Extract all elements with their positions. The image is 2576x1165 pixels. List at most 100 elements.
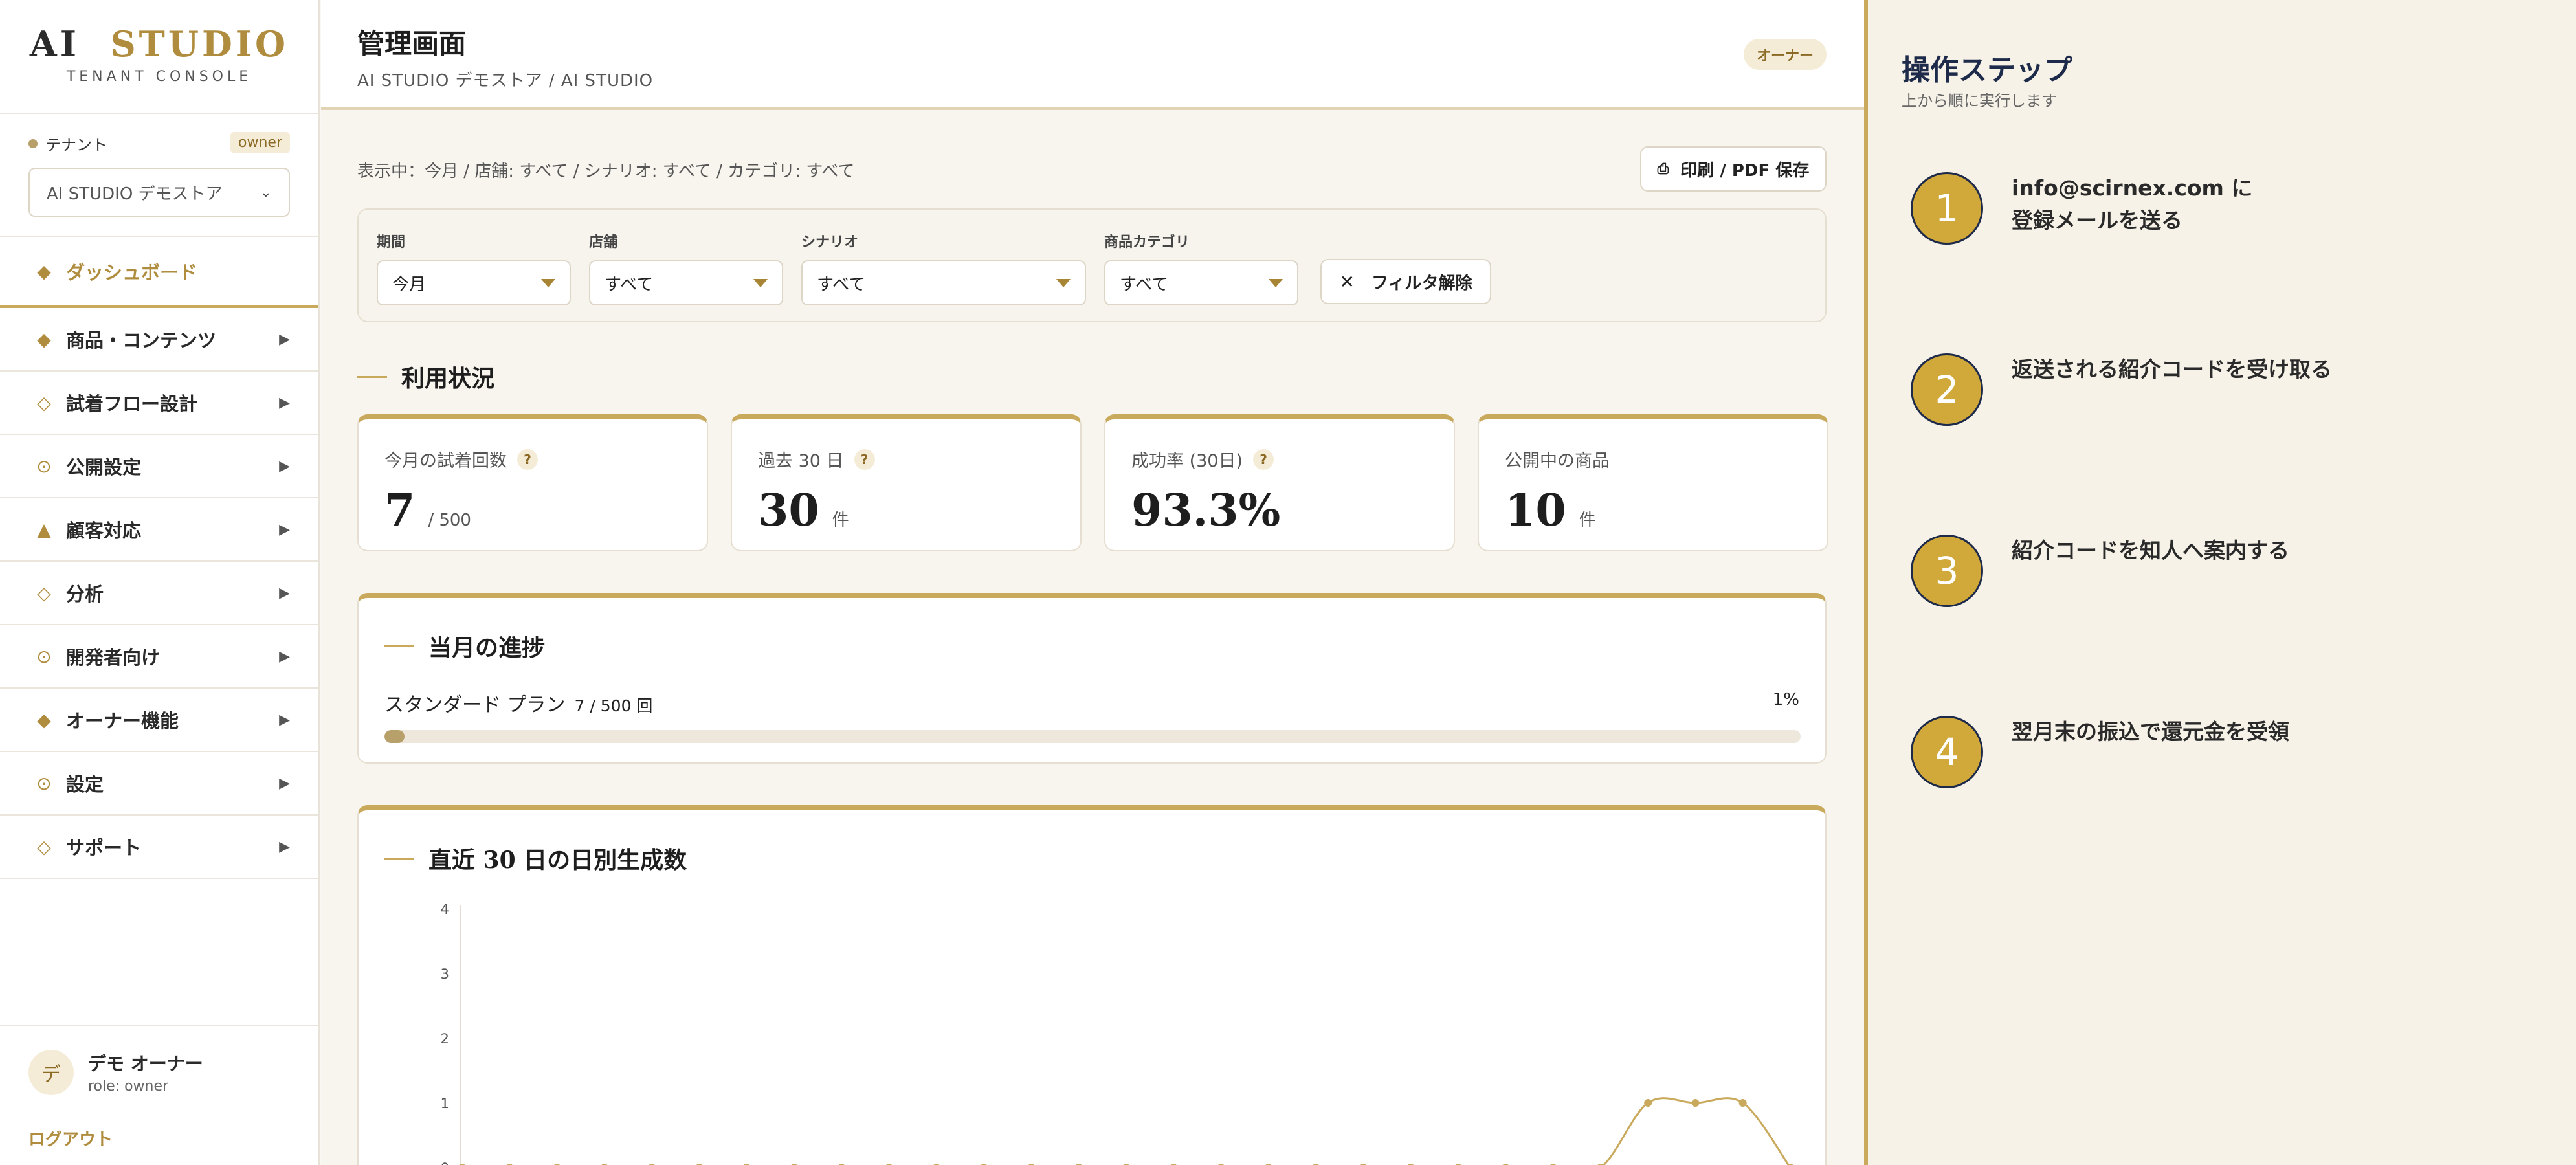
step-line: 紹介コードを知人へ案内する	[2012, 538, 2289, 563]
stat-unit: / 500	[428, 511, 471, 530]
circle-dot-icon: ⊙	[36, 772, 52, 794]
stat-number: 7	[384, 485, 416, 537]
sidebar-item-4[interactable]: ▲ 顧客対応 ▶	[0, 498, 318, 562]
caret-down-icon	[541, 278, 555, 287]
sidebar-item-5[interactable]: ◇ 分析 ▶	[0, 562, 318, 625]
help-icon[interactable]: ?	[1253, 449, 1274, 470]
close-icon: ✕	[1339, 271, 1355, 293]
progress-fill	[384, 730, 405, 743]
user-role: role: owner	[88, 1078, 169, 1094]
step-text: 返送される紹介コードを受け取る	[2012, 353, 2465, 386]
brand-logo[interactable]: AI STUDIO TENANT CONSOLE	[0, 0, 318, 114]
plan-info: スタンダード プラン 7 / 500 回	[384, 689, 652, 717]
sidebar-item-1[interactable]: ◆ 商品・コンテンツ ▶	[0, 308, 318, 372]
y-tick-label: 3	[441, 966, 449, 982]
sidebar-item-3[interactable]: ⊙ 公開設定 ▶	[0, 435, 318, 498]
tenant-select[interactable]: AI STUDIO デモストア ⌄	[28, 168, 290, 217]
sidebar-item-7[interactable]: ◆ オーナー機能 ▶	[0, 689, 318, 752]
usage-section-title: 利用状況	[357, 360, 494, 394]
filter-scenario-select[interactable]: すべて	[801, 260, 1086, 305]
help-icon[interactable]: ?	[517, 449, 538, 470]
plan-name: スタンダード プラン	[384, 694, 566, 716]
triangle-icon: ▲	[37, 518, 51, 540]
filter-store-select[interactable]: すべて	[589, 260, 783, 305]
plan-count: 7 / 500 回	[574, 696, 653, 715]
filter-scenario-label: シナリオ	[801, 234, 859, 250]
page-header: 管理画面 AI STUDIO デモストア / AI STUDIO オーナー	[321, 0, 1864, 110]
tenant-dot-icon	[28, 139, 38, 148]
sidebar-item-label: 商品・コンテンツ	[66, 329, 217, 351]
stat-card-label: 成功率 (30日)?	[1131, 447, 1428, 472]
diamond-outline-icon: ◇	[37, 836, 51, 858]
step-text: info@scirnex.com に登録メールを送る	[2012, 172, 2465, 237]
data-point[interactable]	[1738, 1099, 1747, 1107]
step-number-badge: 4	[1911, 716, 1983, 788]
filter-store: 店舗 すべて	[589, 230, 783, 305]
filter-category-label: 商品カテゴリ	[1104, 234, 1190, 250]
diamond-filled-icon: ◆	[37, 260, 51, 282]
stat-card-label: 公開中の商品	[1505, 451, 1610, 471]
filter-category-select[interactable]: すべて	[1104, 260, 1298, 305]
chart-panel: 直近 30 日の日別生成数 01234	[357, 805, 1827, 1165]
circle-dot-icon: ⊙	[36, 645, 52, 667]
filter-scenario-value: すべて	[817, 274, 866, 294]
progress-panel: 当月の進捗 スタンダード プラン 7 / 500 回 1%	[357, 593, 1827, 764]
sidebar-item-2[interactable]: ◇ 試着フロー設計 ▶	[0, 372, 318, 435]
stat-number: 93.3%	[1131, 485, 1281, 537]
series-line	[1602, 1097, 1790, 1165]
data-point[interactable]	[1644, 1099, 1652, 1107]
help-icon[interactable]: ?	[854, 449, 875, 470]
filter-store-value: すべて	[605, 274, 654, 294]
print-pdf-label: 印刷 / PDF 保存	[1680, 161, 1810, 181]
circle-dot-icon: ⊙	[36, 455, 52, 477]
sidebar-item-0[interactable]: ◆ ダッシュボード	[0, 237, 318, 308]
section-accent-bar	[357, 375, 387, 378]
progress-track	[384, 730, 1801, 743]
stat-card-value: 7 / 500	[384, 485, 681, 537]
print-pdf-button[interactable]: ⎙ 印刷 / PDF 保存	[1640, 146, 1827, 192]
sidebar-item-label: 開発者向け	[66, 647, 161, 669]
filter-scenario: シナリオ すべて	[801, 230, 1086, 305]
clear-filters-button[interactable]: ✕ フィルタ解除	[1320, 259, 1491, 304]
filter-category: 商品カテゴリ すべて	[1104, 230, 1298, 305]
y-tick-label: 1	[441, 1096, 449, 1111]
logout-link[interactable]: ログアウト	[28, 1126, 113, 1150]
caret-down-icon	[753, 278, 768, 287]
clear-filters-label: フィルタ解除	[1371, 273, 1472, 293]
sidebar-item-6[interactable]: ⊙ 開発者向け ▶	[0, 625, 318, 689]
main-content: 管理画面 AI STUDIO デモストア / AI STUDIO オーナー 表示…	[321, 0, 1864, 1165]
stat-number: 30	[758, 485, 819, 537]
y-tick-label: 2	[441, 1031, 449, 1047]
diamond-outline-icon: ◇	[37, 392, 51, 414]
logo-subtitle: TENANT CONSOLE	[66, 69, 252, 85]
filter-bar: 期間 今月 店舗 すべて シナリオ すべて 商品カテゴリ すべて ✕ フィルタ解…	[357, 208, 1827, 322]
chevron-right-icon: ▶	[279, 584, 290, 601]
step-number-badge: 2	[1911, 353, 1983, 426]
sidebar-item-9[interactable]: ◇ サポート ▶	[0, 816, 318, 879]
data-point[interactable]	[1691, 1099, 1700, 1107]
stat-unit: 件	[832, 511, 849, 530]
filter-period-label: 期間	[377, 234, 406, 250]
progress-title: 当月の進捗	[428, 634, 546, 661]
user-name: デモ オーナー	[88, 1053, 203, 1074]
printer-icon: ⎙	[1657, 161, 1669, 177]
filter-period-select[interactable]: 今月	[377, 260, 571, 305]
chevron-right-icon: ▶	[279, 838, 290, 855]
tenant-label: テナント	[45, 136, 107, 154]
role-badge: オーナー	[1743, 39, 1827, 70]
usage-title: 利用状況	[401, 365, 495, 392]
chevron-right-icon: ▶	[279, 394, 290, 411]
diamond-filled-icon: ◆	[37, 328, 51, 350]
page-title: 管理画面	[357, 28, 467, 60]
step-text: 翌月末の振込で還元金を受領	[2012, 716, 2465, 748]
step-line: info@scirnex.com に	[2012, 175, 2253, 201]
sidebar-item-label: サポート	[66, 837, 142, 859]
filter-period: 期間 今月	[377, 230, 571, 305]
stat-card: 成功率 (30日)? 93.3%	[1104, 414, 1455, 551]
sidebar-item-label: 試着フロー設計	[66, 393, 198, 415]
sidebar-item-label: ダッシュボード	[66, 261, 198, 283]
breadcrumb: AI STUDIO デモストア / AI STUDIO	[357, 71, 654, 91]
section-accent-bar	[384, 645, 414, 647]
sidebar-nav: ◆ ダッシュボード ◆ 商品・コンテンツ ▶ ◇ 試着フロー設計 ▶ ⊙ 公開設定 ▶ ▲ 顧客対応 ▶ ◇…	[0, 237, 318, 879]
sidebar-item-8[interactable]: ⊙ 設定 ▶	[0, 752, 318, 816]
